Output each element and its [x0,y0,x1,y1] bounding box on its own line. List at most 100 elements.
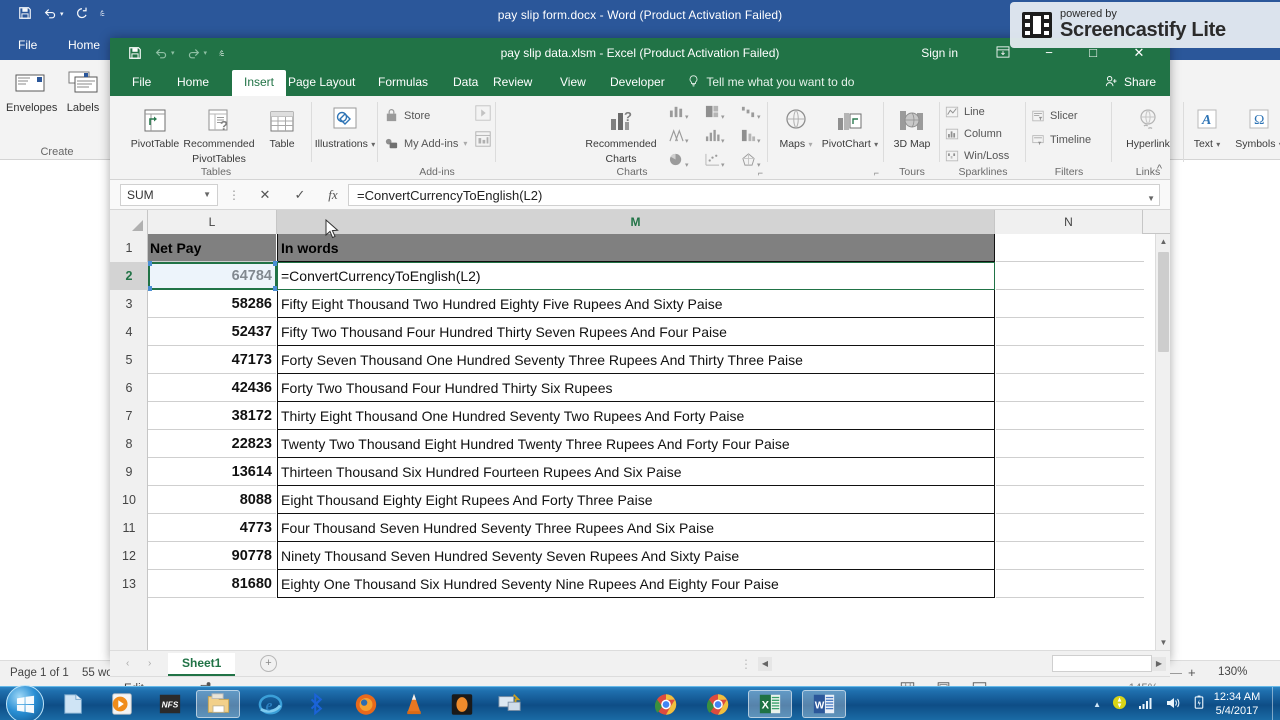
cell-N8[interactable] [996,430,1144,458]
cell-L11[interactable]: 4773 [148,514,276,542]
taskbar-item-folder-blue[interactable] [52,690,96,718]
cell-N1[interactable] [996,234,1144,262]
cell-L3[interactable]: 58286 [148,290,276,318]
horizontal-split-handle[interactable]: ⋮ [740,657,752,671]
people-graph-addin-icon[interactable] [474,130,492,151]
table-row[interactable]: 13614 Thirteen Thousand Six Hundred Four… [148,458,1148,486]
cell-M8[interactable]: Twenty Two Thousand Eight Hundred Twenty… [277,430,995,458]
row-header-3[interactable]: 3 [110,290,148,318]
volume-icon[interactable] [1165,696,1181,713]
taskbar-item-media-player[interactable] [100,690,144,718]
taskbar-item-excel[interactable]: X [748,690,792,718]
pivotchart-dropdown-icon[interactable]: ▾ [874,140,878,149]
table-row[interactable]: 52437 Fifty Two Thousand Four Hundred Th… [148,318,1148,346]
row-header-8[interactable]: 8 [110,430,148,458]
tab-developer[interactable]: Developer [610,75,665,89]
vertical-scrollbar[interactable]: ▲ ▼ [1155,234,1170,650]
tell-me-search[interactable]: Tell me what you want to do [688,75,854,89]
battery-icon[interactable] [1192,695,1206,713]
table-row[interactable]: 58286 Fifty Eight Thousand Two Hundred E… [148,290,1148,318]
tab-view[interactable]: View [560,75,586,89]
tab-data[interactable]: Data [453,75,478,89]
cell-N12[interactable] [996,542,1144,570]
cell-L10[interactable]: 8088 [148,486,276,514]
illustrations-dropdown-icon[interactable]: ▾ [371,140,375,149]
sparkline-line-button[interactable]: Line [944,104,985,119]
tab-page-layout[interactable]: Page Layout [288,75,355,89]
add-sheet-button[interactable]: + [260,655,277,672]
pivotchart-button[interactable]: PivotChart ▾ [818,100,882,151]
column-header-M[interactable]: M [277,210,995,234]
row-header-12[interactable]: 12 [110,542,148,570]
cell-N9[interactable] [996,458,1144,486]
scroll-down-icon[interactable]: ▼ [1156,635,1171,650]
taskbar-item-remote-desktop[interactable] [488,690,532,718]
table-row[interactable]: 4773 Four Thousand Seven Hundred Seventy… [148,514,1148,542]
cell-N3[interactable] [996,290,1144,318]
column-chart-icon[interactable]: ▾ [668,104,689,122]
3d-map-button[interactable]: 3D Map [884,100,940,151]
tab-insert[interactable]: Insert [232,70,287,96]
previous-sheet-icon[interactable]: ‹ [126,658,129,669]
cell-L12[interactable]: 90778 [148,542,276,570]
table-row[interactable]: 22823 Twenty Two Thousand Eight Hundred … [148,430,1148,458]
column-header-N[interactable]: N [995,210,1143,234]
illustrations-button[interactable]: Illustrations ▾ [312,100,378,151]
pivotchart-dialog-launcher-icon[interactable]: ⌐ [874,168,879,178]
cell-M3[interactable]: Fifty Eight Thousand Two Hundred Eighty … [277,290,995,318]
text-button[interactable]: A Text ▾ [1184,100,1230,151]
table-row[interactable]: Net Pay In words [148,234,1148,262]
row-header-6[interactable]: 6 [110,374,148,402]
word-tab-home[interactable]: Home [68,38,100,52]
row-header-2[interactable]: 2 [110,262,148,290]
cell-L13[interactable]: 81680 [148,570,276,598]
maps-button[interactable]: Maps ▾ [772,100,820,151]
cell-L1[interactable]: Net Pay [148,234,276,262]
envelopes-button[interactable]: Envelopes [6,66,57,114]
enter-icon[interactable]: ✓ [285,184,315,206]
cell-M9[interactable]: Thirteen Thousand Six Hundred Fourteen R… [277,458,995,486]
expand-formula-bar-icon[interactable]: ▼ [1147,190,1155,208]
my-addins-button[interactable]: My Add-ins ▾ [384,136,467,151]
word-tab-file[interactable]: File [18,38,37,52]
hscroll-left-icon[interactable]: ◀ [758,657,772,671]
row-header-4[interactable]: 4 [110,318,148,346]
cell-M6[interactable]: Forty Two Thousand Four Hundred Thirty S… [277,374,995,402]
taskbar-item-word[interactable]: W [802,690,846,718]
vertical-scrollbar-thumb[interactable] [1158,252,1169,352]
bar-chart-icon[interactable]: ▾ [704,128,725,146]
labels-button[interactable]: Labels [58,66,108,114]
next-sheet-icon[interactable]: › [148,658,151,669]
cell-M5[interactable]: Forty Seven Thousand One Hundred Seventy… [277,346,995,374]
table-row[interactable]: 81680 Eighty One Thousand Six Hundred Se… [148,570,1148,598]
column-header-L[interactable]: L [148,210,277,234]
name-box-dropdown-icon[interactable]: ▼ [203,190,211,199]
taskbar-item-vlc[interactable] [392,690,436,718]
cell-M7[interactable]: Thirty Eight Thousand One Hundred Sevent… [277,402,995,430]
hierarchy-chart-icon[interactable]: ▾ [704,104,725,122]
horizontal-scrollbar-thumb[interactable] [1052,655,1152,672]
taskbar-clock[interactable]: 12:34 AM 5/4/2017 [1208,690,1266,718]
taskbar-item-firefox[interactable] [344,690,388,718]
start-button[interactable] [6,685,44,720]
tab-formulas[interactable]: Formulas [378,75,428,89]
antivirus-shield-icon[interactable] [1112,695,1127,713]
taskbar-item-nfs[interactable]: NFS [148,690,192,718]
show-hidden-icons-icon[interactable]: ▲ [1093,700,1101,709]
timeline-button[interactable]: Timeline [1030,132,1091,147]
symbols-button[interactable]: Ω Symbols ▾ [1230,100,1280,151]
word-page-indicator[interactable]: Page 1 of 1 [10,667,69,679]
table-row[interactable]: 38172 Thirty Eight Thousand One Hundred … [148,402,1148,430]
statistic-chart-icon[interactable]: ▾ [668,128,689,146]
cell-N2[interactable] [996,262,1144,290]
taskbar-item-chrome-1[interactable] [644,690,688,718]
taskbar-item-bluetooth[interactable] [296,690,340,718]
cell-L7[interactable]: 38172 [148,402,276,430]
cell-M13[interactable]: Eighty One Thousand Six Hundred Seventy … [277,570,995,598]
cancel-icon[interactable]: ✕ [250,184,280,206]
my-addins-dropdown-icon[interactable]: ▾ [463,139,467,148]
insert-function-icon[interactable]: fx [318,184,348,206]
row-header-13[interactable]: 13 [110,570,148,598]
text-dropdown-icon[interactable]: ▾ [1216,140,1220,149]
cell-L6[interactable]: 42436 [148,374,276,402]
